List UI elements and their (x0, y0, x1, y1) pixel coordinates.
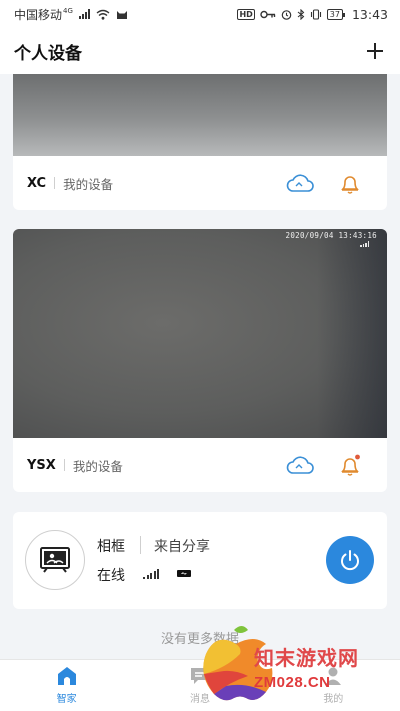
bell-icon[interactable] (339, 171, 361, 195)
signal-icon (143, 569, 159, 579)
wifi-icon (96, 9, 110, 20)
status-right: HD 37 13:43 (237, 7, 388, 22)
device-card-footer: XC 我的设备 (13, 156, 387, 210)
divider (54, 177, 56, 189)
notification-dot (355, 454, 360, 460)
device-name: YSX (27, 457, 56, 473)
device-card-xc[interactable]: XC 我的设备 (13, 74, 387, 210)
camera-signal-icon (360, 241, 369, 247)
device-name: XC (27, 175, 47, 191)
cloud-icon[interactable] (285, 455, 315, 475)
camera-preview[interactable]: 2020/09/04 13:43:16 (13, 229, 387, 438)
photo-frame-status: 在线 (97, 568, 125, 584)
clock-time: 13:43 (351, 6, 388, 22)
battery-icon: 37 (326, 8, 346, 20)
photo-frame-name: 相框 (97, 539, 125, 555)
status-bar: 中国移动 4G HD 37 13:43 (0, 0, 400, 28)
cloud-icon[interactable] (285, 173, 315, 193)
status-left: 中国移动 4G (14, 6, 128, 23)
network-label: 4G (63, 7, 73, 15)
battery-level: 37 (329, 9, 340, 19)
charging-battery-icon (177, 570, 191, 577)
photo-frame-icon (40, 547, 70, 573)
add-device-button[interactable] (364, 40, 386, 62)
bluetooth-icon (297, 8, 305, 20)
device-owner: 我的设备 (63, 176, 114, 192)
message-icon (190, 668, 209, 684)
no-more-data-label: 没有更多数据 (160, 632, 239, 647)
profile-icon (325, 667, 342, 685)
tab-label: 消息 (189, 694, 210, 705)
alarm-clock-icon (281, 9, 292, 20)
vibrate-icon (310, 8, 321, 20)
divider (63, 459, 65, 471)
hd-icon: HD (237, 8, 255, 20)
app-header: 个人设备 (0, 28, 400, 74)
tab-profile[interactable]: 我的 (267, 660, 400, 711)
cell-signal-icon (78, 9, 90, 19)
power-icon (341, 550, 359, 571)
tab-label: 我的 (323, 694, 344, 705)
photo-frame-card[interactable]: 相框 来自分享 在线 (13, 512, 387, 609)
key-icon (260, 10, 275, 18)
page-title: 个人设备 (14, 43, 82, 64)
photo-frame-source: 来自分享 (154, 539, 210, 555)
cat-icon (116, 10, 127, 19)
device-owner: 我的设备 (72, 458, 123, 474)
camera-timestamp: 2020/09/04 13:43:16 (285, 231, 377, 240)
divider (140, 536, 141, 554)
photo-frame-avatar (25, 530, 85, 590)
tab-home[interactable]: 智家 (0, 660, 133, 711)
power-button[interactable] (326, 536, 374, 584)
tab-label: 智家 (56, 694, 77, 705)
bottom-tab-bar: 智家 消息 我的 (0, 659, 400, 711)
bell-icon[interactable] (339, 453, 361, 477)
device-card-footer: YSX 我的设备 (13, 438, 387, 492)
device-card-ysx[interactable]: 2020/09/04 13:43:16 YSX 我的设备 (13, 229, 387, 492)
tab-messages[interactable]: 消息 (133, 660, 266, 711)
camera-preview[interactable] (13, 74, 387, 156)
carrier-label: 中国移动 (14, 7, 63, 22)
home-icon (57, 667, 76, 685)
